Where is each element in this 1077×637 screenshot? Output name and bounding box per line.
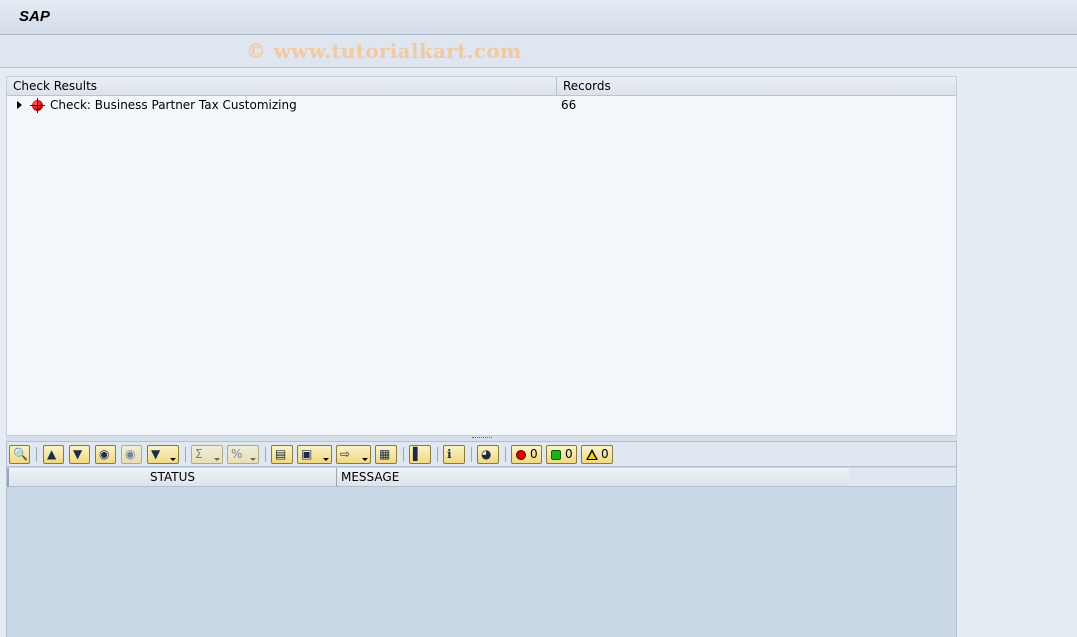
check-results-tree: Check Results Records Check: Business Pa… bbox=[6, 76, 957, 436]
app-title: SAP bbox=[19, 8, 50, 25]
filter-button[interactable]: ▼ bbox=[147, 445, 179, 464]
column-header-check-results[interactable]: Check Results bbox=[7, 77, 557, 96]
red-status-light-icon bbox=[30, 100, 45, 111]
sum-icon: Σ bbox=[195, 447, 203, 461]
info-icon: ℹ bbox=[447, 447, 452, 461]
splitter-grip-icon[interactable] bbox=[472, 437, 492, 439]
message-grid: 🔍 ▲ ▼ ◉ ◉ ▼ Σ % ▤ ▣ ⇨ ▦ ▌ ℹ ◕ 0 0 0 STAT… bbox=[6, 441, 957, 637]
toolbar-separator bbox=[471, 447, 472, 462]
sort-ascending-icon: ▲ bbox=[47, 447, 57, 461]
find-button[interactable]: ◉ bbox=[95, 445, 116, 464]
toolbar-separator bbox=[505, 447, 506, 462]
binoculars-next-icon: ◉ bbox=[125, 447, 136, 461]
application-toolbar: © www.tutorialkart.com bbox=[0, 35, 1077, 68]
print-preview-button[interactable]: ▤ bbox=[271, 445, 293, 464]
change-layout-button[interactable]: ▦ bbox=[375, 445, 397, 464]
layout-grid-icon: ▦ bbox=[379, 447, 391, 461]
success-count: 0 bbox=[565, 447, 573, 461]
binoculars-icon: ◉ bbox=[99, 447, 110, 461]
subtotal-icon: % bbox=[231, 447, 243, 461]
grid-header-filler bbox=[849, 468, 956, 487]
column-header-message[interactable]: MESSAGE bbox=[337, 468, 849, 487]
magnifier-icon: 🔍 bbox=[13, 447, 28, 461]
warning-count-button[interactable]: 0 bbox=[581, 445, 613, 464]
export-icon: ⇨ bbox=[340, 447, 351, 461]
tree-row-label[interactable]: Check: Business Partner Tax Customizing bbox=[50, 98, 297, 112]
tree-row-records: 66 bbox=[561, 98, 577, 112]
error-count: 0 bbox=[530, 447, 538, 461]
red-light-icon bbox=[516, 450, 526, 460]
expand-arrow-icon[interactable] bbox=[17, 101, 22, 109]
column-header-status[interactable]: STATUS bbox=[7, 468, 337, 487]
toolbar-separator bbox=[265, 447, 266, 462]
column-header-records[interactable]: Records bbox=[557, 77, 956, 96]
bar-chart-icon: ▌ bbox=[413, 447, 423, 461]
abc-analysis-button[interactable]: ◕ bbox=[477, 445, 499, 464]
grid-toolbar: 🔍 ▲ ▼ ◉ ◉ ▼ Σ % ▤ ▣ ⇨ ▦ ▌ ℹ ◕ 0 0 0 bbox=[7, 442, 956, 467]
watermark: © www.tutorialkart.com bbox=[246, 39, 522, 63]
toolbar-separator bbox=[185, 447, 186, 462]
success-count-button[interactable]: 0 bbox=[546, 445, 577, 464]
title-bar: SAP bbox=[0, 0, 1077, 35]
details-button[interactable]: 🔍 bbox=[9, 445, 30, 464]
information-button[interactable]: ℹ bbox=[443, 445, 465, 464]
total-button[interactable]: Σ bbox=[191, 445, 223, 464]
toolbar-separator bbox=[437, 447, 438, 462]
print-preview-icon: ▤ bbox=[275, 447, 287, 461]
find-next-button[interactable]: ◉ bbox=[121, 445, 142, 464]
tree-header: Check Results Records bbox=[7, 77, 956, 96]
error-count-button[interactable]: 0 bbox=[511, 445, 542, 464]
export-button[interactable]: ⇨ bbox=[336, 445, 371, 464]
filter-icon: ▼ bbox=[151, 447, 161, 461]
tree-row[interactable]: Check: Business Partner Tax Customizing … bbox=[7, 97, 956, 115]
toolbar-separator bbox=[36, 447, 37, 462]
views-icon: ▣ bbox=[301, 447, 313, 461]
graphic-button[interactable]: ▌ bbox=[409, 445, 431, 464]
green-light-icon bbox=[551, 450, 561, 460]
grid-header: STATUS MESSAGE bbox=[7, 468, 849, 487]
warning-count: 0 bbox=[601, 447, 609, 461]
subtotal-button[interactable]: % bbox=[227, 445, 259, 464]
sort-descending-icon: ▼ bbox=[73, 447, 83, 461]
sort-descending-button[interactable]: ▼ bbox=[69, 445, 90, 464]
sort-ascending-button[interactable]: ▲ bbox=[43, 445, 64, 464]
views-button[interactable]: ▣ bbox=[297, 445, 332, 464]
warning-triangle-icon bbox=[586, 449, 598, 460]
toolbar-separator bbox=[403, 447, 404, 462]
pie-chart-icon: ◕ bbox=[481, 447, 492, 461]
